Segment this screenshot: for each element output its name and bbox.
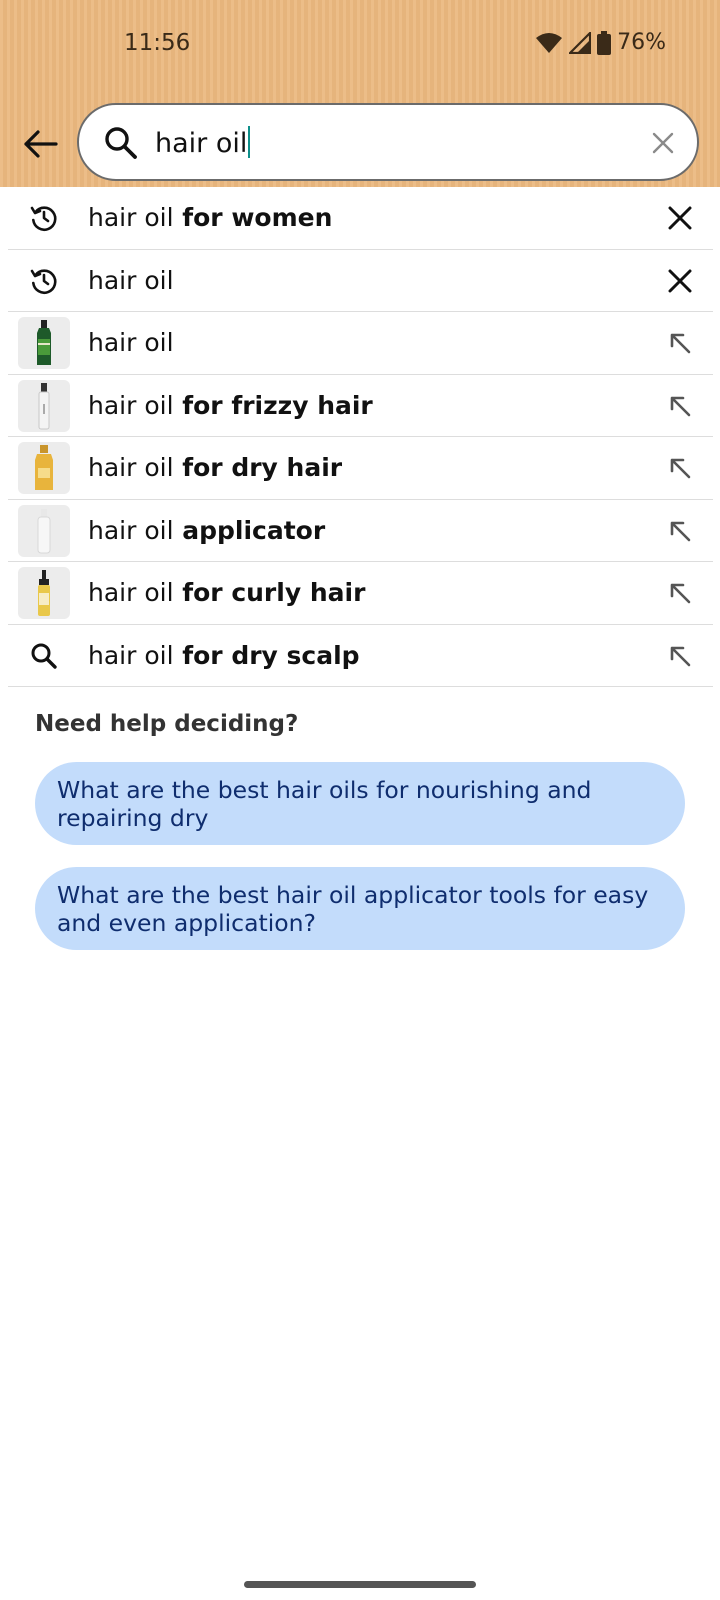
suggestion-item[interactable]: hair oil for dry hair (8, 437, 713, 500)
suggestion-text: hair oil (88, 328, 174, 358)
history-icon (18, 255, 70, 307)
fill-query-button[interactable] (665, 578, 695, 608)
close-icon (652, 132, 674, 154)
arrow-up-left-icon (670, 333, 691, 354)
fill-query-button[interactable] (665, 453, 695, 483)
battery-percent: 76% (617, 30, 666, 55)
close-icon (668, 206, 692, 230)
spray-bottle-icon (38, 382, 50, 429)
home-indicator[interactable] (244, 1581, 476, 1588)
remove-suggestion-button[interactable] (665, 266, 695, 296)
header: 11:56 76% hair oil (0, 0, 720, 187)
wifi-icon (536, 32, 563, 53)
fill-query-button[interactable] (665, 391, 695, 421)
suggestion-text: hair oil (88, 265, 174, 295)
back-button[interactable] (18, 122, 62, 166)
suggestion-text: hair oil for dry scalp (88, 640, 360, 670)
fill-query-button[interactable] (665, 516, 695, 546)
suggestion-item[interactable]: hair oil for dry scalp (8, 625, 713, 687)
back-arrow-icon (24, 130, 58, 158)
help-heading: Need help deciding? (35, 711, 299, 737)
search-icon (18, 630, 70, 682)
status-icons: 76% (535, 30, 666, 55)
suggestion-item[interactable]: hair oil applicator (8, 500, 713, 562)
suggestion-item[interactable]: hair oil (8, 312, 713, 375)
fill-query-button[interactable] (665, 641, 695, 671)
search-input[interactable]: hair oil (77, 103, 699, 181)
text-cursor (248, 126, 251, 158)
suggestion-text: hair oil for curly hair (88, 578, 366, 608)
search-icon (105, 127, 137, 159)
applicator-bottle-icon (37, 508, 51, 553)
status-bar: 11:56 76% (0, 0, 720, 90)
help-question-button[interactable]: What are the best hair oil applicator to… (35, 867, 685, 950)
dropper-bottle-icon (38, 570, 50, 616)
suggestion-item[interactable]: hair oil (8, 250, 713, 312)
suggestion-list: hair oil for women hair oil hair oil hai… (8, 187, 713, 687)
green-bottle-icon (37, 320, 51, 365)
suggestion-item[interactable]: hair oil for curly hair (8, 562, 713, 625)
close-icon (668, 269, 692, 292)
suggestion-item[interactable]: hair oil for frizzy hair (8, 375, 713, 437)
help-question-button[interactable]: What are the best hair oils for nourishi… (35, 762, 685, 845)
history-icon (18, 192, 70, 244)
search-query-text: hair oil (155, 126, 251, 159)
fill-query-button[interactable] (665, 328, 695, 358)
clear-search-button[interactable] (647, 127, 679, 159)
product-thumbnail (18, 379, 70, 432)
status-time: 11:56 (124, 30, 191, 56)
product-thumbnail (18, 442, 70, 494)
product-thumbnail (18, 504, 70, 557)
arrow-up-left-icon (670, 521, 691, 541)
product-thumbnail (18, 317, 70, 369)
arrow-up-left-icon (670, 396, 691, 416)
product-thumbnail (18, 567, 70, 619)
remove-suggestion-button[interactable] (665, 203, 695, 233)
battery-icon (597, 30, 612, 55)
search-query: hair oil (155, 128, 248, 159)
arrow-up-left-icon (670, 646, 691, 666)
suggestion-text: hair oil for dry hair (88, 453, 343, 483)
signal-icon (569, 31, 592, 54)
arrow-up-left-icon (670, 583, 691, 604)
arrow-up-left-icon (670, 458, 691, 479)
suggestion-text: hair oil for women (88, 203, 333, 233)
suggestion-text: hair oil applicator (88, 515, 326, 545)
suggestion-item[interactable]: hair oil for women (8, 187, 713, 250)
suggestion-text: hair oil for frizzy hair (88, 390, 373, 420)
gold-bottle-icon (35, 445, 53, 490)
